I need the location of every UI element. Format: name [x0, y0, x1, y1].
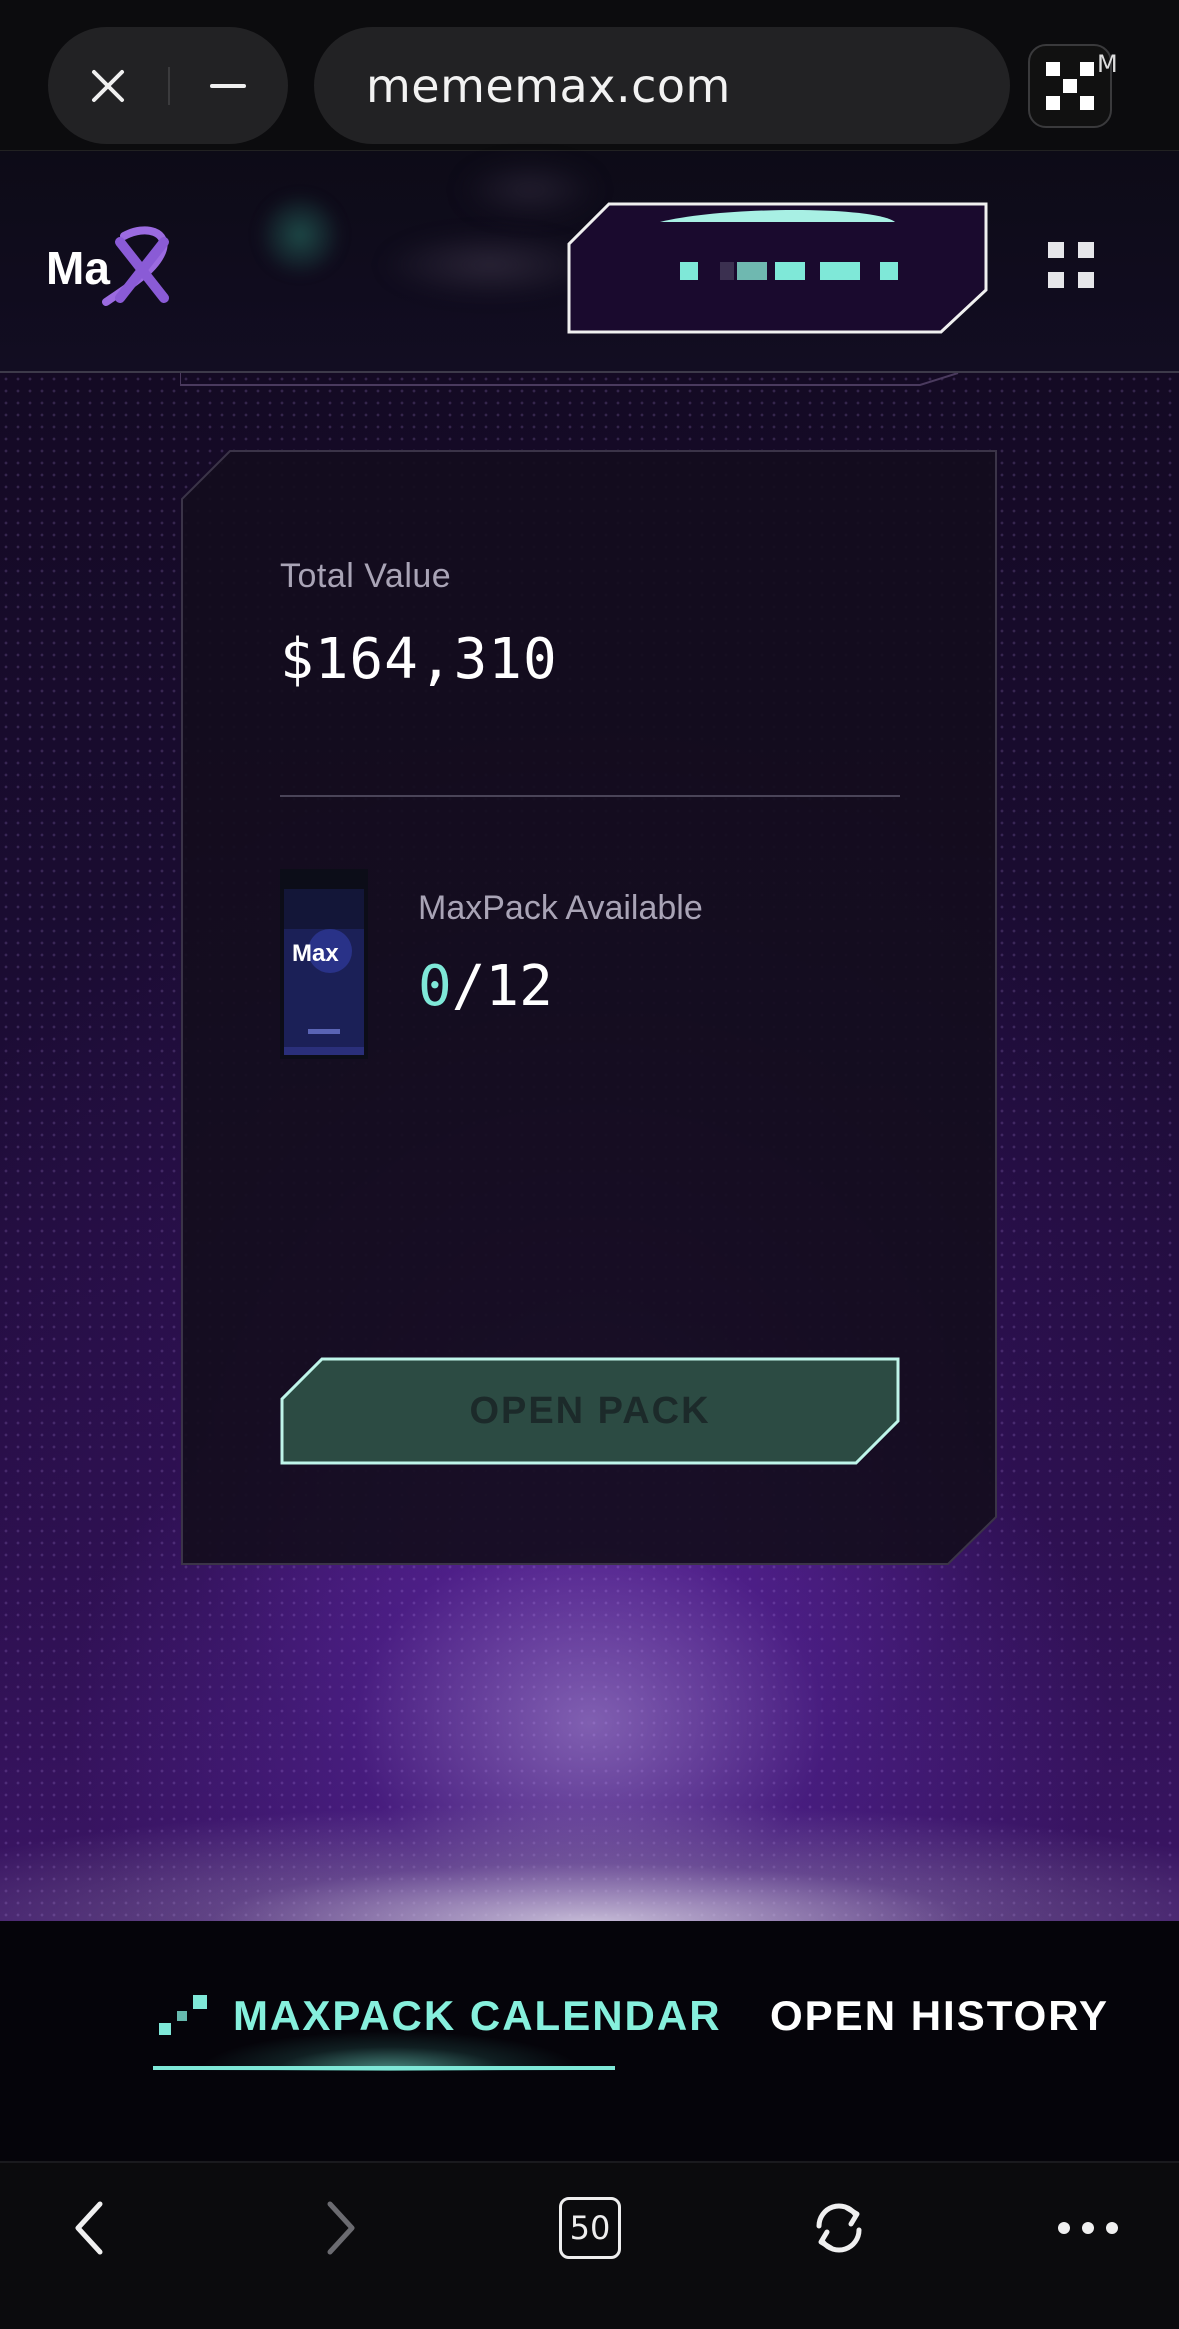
maxpack-count: 0/12 [418, 954, 553, 1019]
grid-icon [1048, 242, 1094, 288]
tab-bar: MAXPACK CALENDAR OPEN HISTORY [0, 1921, 1179, 2163]
extension-badge: M [1097, 50, 1118, 78]
tab-maxpack-calendar[interactable]: MAXPACK CALENDAR [155, 1981, 722, 2051]
close-icon [92, 69, 124, 102]
reload-button[interactable] [789, 2163, 889, 2293]
address-bar[interactable]: mememax.com [314, 27, 1010, 144]
minimize-button[interactable] [168, 27, 288, 144]
browser-bottom-bar: 50 [0, 2163, 1179, 2329]
tab-label: OPEN HISTORY [770, 1992, 1110, 2039]
maxpack-thumbnail: Max [280, 869, 368, 1059]
tab-label: MAXPACK CALENDAR [233, 1992, 722, 2039]
forward-button[interactable] [290, 2163, 390, 2293]
browser-top-bar: mememax.com M [0, 0, 1179, 151]
open-pack-label: OPEN PACK [469, 1389, 711, 1432]
logo-text: Ma [46, 242, 110, 294]
max-logo[interactable]: Ma [46, 218, 174, 308]
ground-glow [0, 1803, 1179, 1921]
maxpack-available-count: 0 [418, 954, 452, 1019]
pack-summary-card: Total Value $164,310 Max MaxPack Availab… [180, 449, 998, 1566]
maxpack-available-label: MaxPack Available [418, 889, 703, 927]
blurred-decoration [255, 195, 345, 275]
chevron-left-icon [75, 2201, 103, 2255]
qr-checker-icon [1046, 62, 1094, 110]
url-text: mememax.com [366, 58, 731, 113]
tab-count-box: 50 [559, 2197, 621, 2259]
minus-icon [210, 83, 246, 88]
tabs-button[interactable]: 50 [540, 2163, 640, 2293]
total-value-label: Total Value [280, 557, 452, 595]
total-value: $164,310 [280, 627, 558, 692]
pixel-steps-icon [159, 1995, 207, 2035]
more-dots-icon [1058, 2222, 1118, 2234]
reload-icon [816, 2203, 862, 2253]
main-content: Total Value $164,310 Max MaxPack Availab… [0, 373, 1179, 1921]
chevron-right-icon [327, 2201, 355, 2255]
more-button[interactable] [1038, 2163, 1138, 2293]
active-tab-underline [153, 2066, 615, 2070]
grid-menu-button[interactable] [1046, 240, 1096, 290]
close-tab-button[interactable] [48, 27, 168, 144]
card-divider [280, 795, 900, 797]
svg-text:Max: Max [292, 940, 339, 967]
previous-card-edge [180, 373, 959, 386]
tab-open-history[interactable]: OPEN HISTORY [770, 1981, 1109, 2051]
back-button[interactable] [40, 2163, 140, 2293]
maxpack-total-count: /12 [451, 954, 553, 1019]
wallet-connect-button[interactable] [565, 200, 990, 335]
tab-count: 50 [569, 2209, 611, 2247]
window-controls [48, 27, 288, 144]
